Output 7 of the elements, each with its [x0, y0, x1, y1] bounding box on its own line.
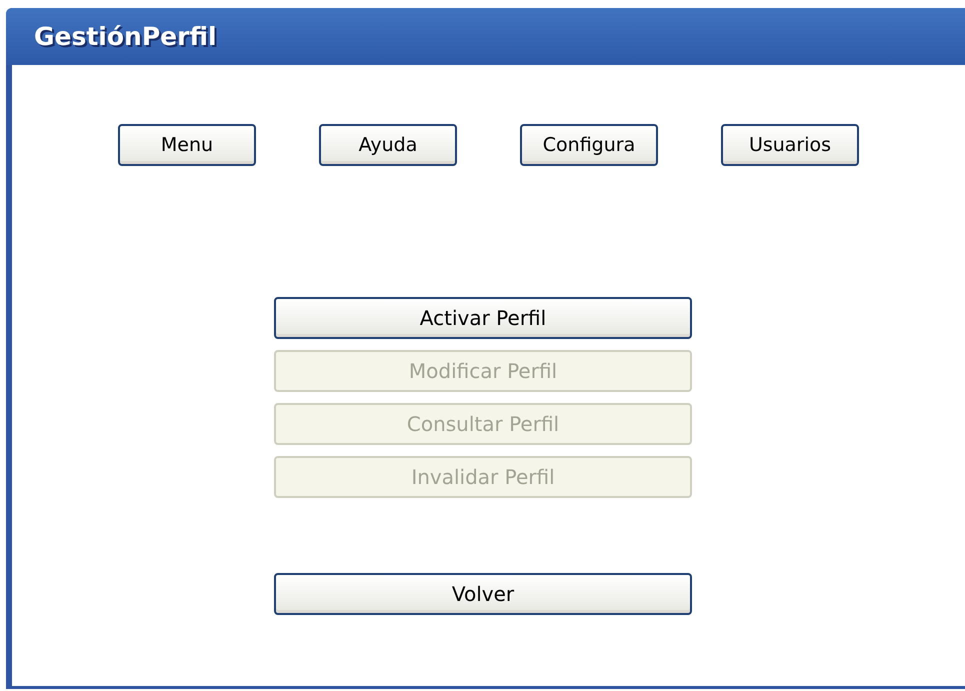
nav-button[interactable]: Menu [118, 124, 256, 166]
action-button[interactable]: Activar Perfil [274, 297, 692, 339]
window-title: GestiónPerfil [34, 20, 217, 53]
nav-button[interactable]: Configura [520, 124, 658, 166]
action-button[interactable]: Volver [274, 573, 692, 615]
nav-button[interactable]: Usuarios [721, 124, 859, 166]
nav-button[interactable]: Ayuda [319, 124, 457, 166]
